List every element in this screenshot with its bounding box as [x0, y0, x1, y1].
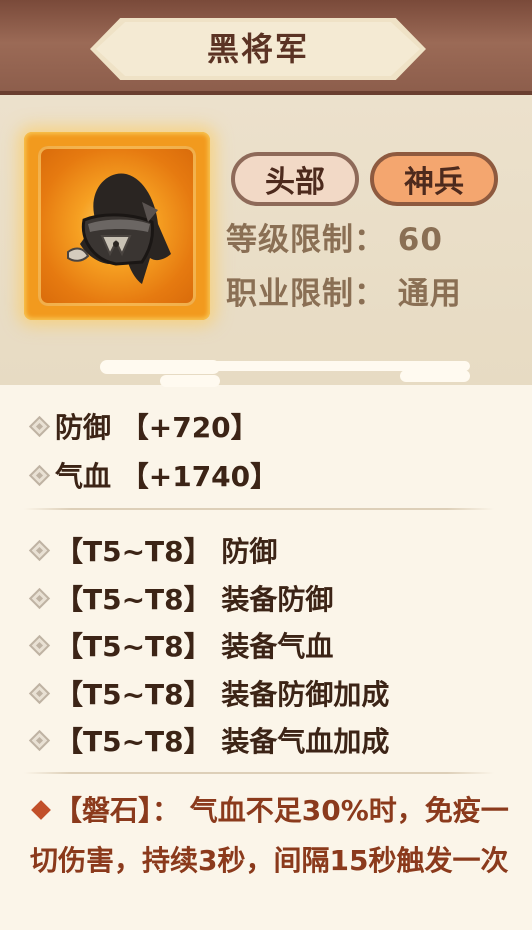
- bonus-stat-text: 【T5~T8】 装备气血加成: [55, 725, 390, 758]
- item-name: 黑将军: [206, 30, 309, 68]
- bonus-stat-row: 【T5~T8】 装备防御: [28, 578, 334, 618]
- diamond-bullet-icon: [28, 729, 51, 752]
- base-stat-text: 防御 【+720】: [55, 411, 259, 444]
- decorative-cloud: [400, 370, 470, 382]
- section-divider: [24, 508, 494, 510]
- diamond-bullet-icon: [28, 587, 51, 610]
- class-requirement: 职业限制： 通用: [226, 276, 462, 312]
- slot-badge: 头部: [231, 152, 359, 206]
- diamond-bullet-icon: [28, 464, 51, 487]
- bonus-stat-row: 【T5~T8】 装备防御加成: [28, 673, 390, 713]
- diamond-bullet-icon: [28, 634, 51, 657]
- bonus-stat-row: 【T5~T8】 防御: [28, 530, 278, 570]
- bonus-stat-row: 【T5~T8】 装备气血: [28, 625, 334, 665]
- diamond-bullet-icon: [28, 682, 51, 705]
- bonus-stat-row: 【T5~T8】 装备气血加成: [28, 720, 390, 760]
- base-stat-row: 防御 【+720】: [28, 406, 259, 446]
- item-tooltip-card: 黑将军 头部 神兵 等级限制： 60 职业限制： 通用 防御 【+720】 气血…: [0, 0, 532, 930]
- grade-badge: 神兵: [370, 152, 498, 206]
- bonus-stat-text: 【T5~T8】 装备防御加成: [55, 678, 390, 711]
- bonus-stat-text: 【T5~T8】 防御: [55, 535, 278, 568]
- section-divider: [24, 772, 494, 774]
- bonus-stat-text: 【T5~T8】 装备防御: [55, 583, 334, 616]
- base-stat-text: 气血 【+1740】: [55, 460, 279, 493]
- black-helmet-icon: [67, 173, 171, 284]
- skill-description: 【磐石】： 气血不足30%时，免疫一切伤害，持续3秒，间隔15秒触发一次: [30, 786, 510, 886]
- bonus-stat-text: 【T5~T8】 装备气血: [55, 630, 334, 663]
- diamond-bullet-icon: [28, 539, 51, 562]
- base-stat-row: 气血 【+1740】: [28, 455, 279, 495]
- skill-diamond-icon: [31, 800, 51, 820]
- decorative-cloud: [160, 375, 220, 387]
- item-icon-frame[interactable]: [24, 132, 210, 320]
- diamond-bullet-icon: [28, 415, 51, 438]
- level-requirement: 等级限制： 60: [226, 222, 443, 258]
- skill-text: 【磐石】： 气血不足30%时，免疫一切伤害，持续3秒，间隔15秒触发一次: [30, 794, 509, 877]
